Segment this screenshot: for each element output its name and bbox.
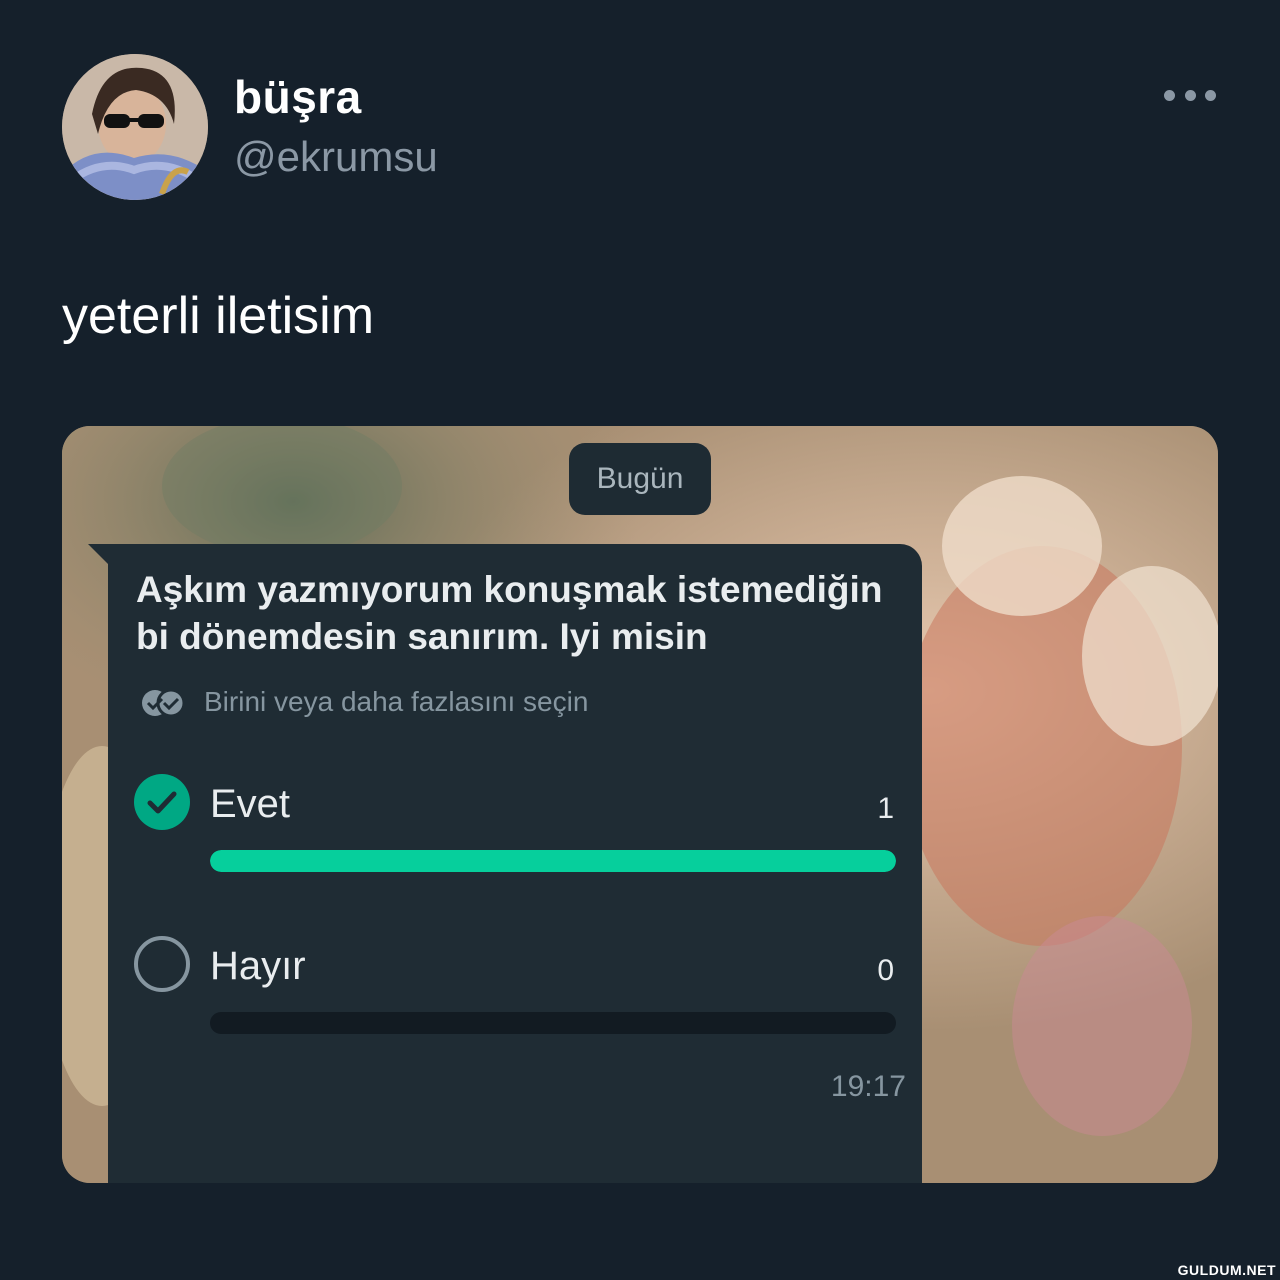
message-time: 19:17 (830, 1070, 906, 1103)
poll-option-bar-fill (210, 850, 896, 872)
poll-message-bubble: Aşkım yazmıyorum konuşmak istemediğin bi… (108, 544, 922, 1183)
tweet-text: yeterli iletisim (62, 287, 375, 345)
bubble-tail (88, 544, 110, 566)
poll-option-votes[interactable]: 0 (854, 954, 894, 988)
double-check-icon (142, 688, 186, 718)
poll-option-label[interactable]: Evet (210, 782, 290, 827)
poll-option-votes[interactable]: 1 (854, 792, 894, 826)
more-dot (1205, 89, 1216, 101)
avatar[interactable] (62, 54, 208, 200)
poll-question: Aşkım yazmıyorum konuşmak istemediğin bi… (136, 569, 883, 657)
avatar-image (62, 54, 208, 200)
poll-option-label[interactable]: Hayır (210, 944, 306, 989)
empty-circle-icon[interactable] (134, 936, 190, 992)
checkmark-icon (147, 791, 177, 814)
date-chip: Bugün (569, 443, 711, 515)
user-handle[interactable]: @ekrumsu (234, 133, 438, 181)
watermark: GULDUM.NET (1177, 1262, 1276, 1278)
poll-hint: Birini veya daha fazlasını seçin (204, 686, 589, 717)
more-horizontal-icon[interactable] (1164, 84, 1216, 106)
poll-option-bar (210, 1012, 896, 1034)
more-dot (1184, 89, 1196, 101)
tweet-media-image[interactable]: Bugün Aşkım yazmıyorum konuşmak istemedi… (62, 426, 1218, 1183)
display-name[interactable]: büşra (234, 70, 362, 124)
poll-option-bar (210, 850, 896, 872)
check-circle-icon[interactable] (134, 774, 190, 830)
more-dot (1164, 89, 1175, 101)
